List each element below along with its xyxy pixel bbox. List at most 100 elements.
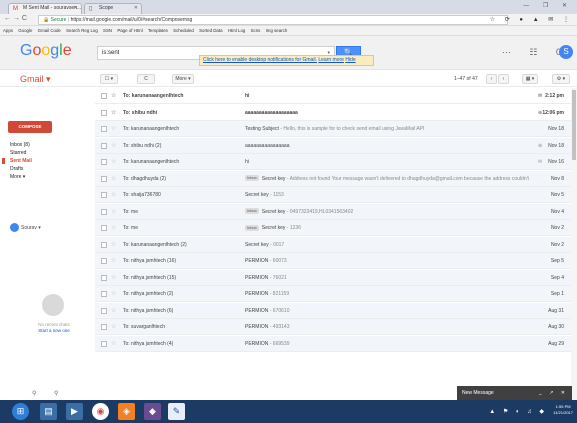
star-icon[interactable]: ☆ xyxy=(111,237,116,253)
editor-icon[interactable]: ✎ xyxy=(168,403,185,420)
star-icon[interactable]: ☆ xyxy=(111,286,116,302)
sidebar-item-sent[interactable]: Sent Mail xyxy=(10,158,32,164)
star-icon[interactable]: ☆ xyxy=(111,204,116,220)
star-icon[interactable]: ☆ xyxy=(111,187,116,203)
hangouts-user[interactable]: Sourav ▾ xyxy=(10,223,41,232)
table-row[interactable]: ☆ To: karunanaangenlhtech (2) Secret key -… xyxy=(95,236,572,253)
star-icon[interactable]: ☆ xyxy=(111,319,116,335)
bookmark-item[interactable]: Apps xyxy=(3,28,13,33)
select-all-button[interactable]: ☐ ▾ xyxy=(100,74,118,84)
tab-gmail[interactable]: M M Sent Mail - souravsen... ✕ xyxy=(8,3,82,14)
star-icon[interactable]: ☆ xyxy=(111,303,116,319)
next-page-button[interactable]: › xyxy=(498,74,509,84)
row-checkbox[interactable] xyxy=(101,324,107,330)
settings-button[interactable]: ⚙ ▾ xyxy=(552,74,570,84)
tab-scope[interactable]: ▯ Scope ✕ xyxy=(84,3,142,14)
new-message-controls[interactable]: _ ↗ ✕ xyxy=(539,386,568,400)
star-icon[interactable]: ☆ xyxy=(111,121,116,137)
table-row[interactable]: ☆ To: dhagdhuyda (2) Inbox Secret key - Add… xyxy=(95,170,572,187)
row-checkbox[interactable] xyxy=(101,142,107,149)
bookmark-item[interactable]: Page of Html xyxy=(117,28,142,33)
sidebar-bottom-icons[interactable]: ⚲ ⚲ xyxy=(32,390,66,397)
table-row[interactable]: ☆ To: nithya jsmhtech (4) PERMION - 669539… xyxy=(95,335,572,352)
row-checkbox[interactable] xyxy=(101,274,107,281)
sidebar-item-more[interactable]: More ▾ xyxy=(10,174,25,180)
star-icon[interactable]: ☆ xyxy=(111,105,116,121)
enable-notifications-link[interactable]: Click here to enable desktop notificatio… xyxy=(203,57,317,63)
row-checkbox[interactable] xyxy=(101,225,107,231)
star-icon[interactable]: ☆ xyxy=(111,171,116,187)
bookmark-item[interactable]: Scheduled xyxy=(173,28,194,33)
nav-buttons[interactable]: ← → C xyxy=(4,15,27,22)
bookmark-item[interactable]: Templates xyxy=(148,28,168,33)
star-icon[interactable]: ☆ xyxy=(111,336,116,352)
window-controls[interactable]: — ❐ ✕ xyxy=(523,2,573,9)
url-field[interactable]: 🔒 Secure | https://mail.google.com/mail/… xyxy=(38,15,508,25)
star-icon[interactable]: ☆ xyxy=(111,154,116,170)
row-checkbox[interactable] xyxy=(101,258,107,264)
table-row[interactable]: ☆ To: karunanaangenlhtech hi ✉ 2:12 pm xyxy=(95,88,572,105)
table-row[interactable]: ☆ To: me Inbox Secret key - 0497323419,HL03… xyxy=(95,203,572,220)
table-row[interactable]: ☆ To: suvarganlhtech PERMION - 493143 Aug 3… xyxy=(95,319,572,336)
bookmark-item[interactable]: SSN xyxy=(103,28,112,33)
table-row[interactable]: ☆ To: me Inbox Secret key - 1236 Nov 2 xyxy=(95,220,572,237)
start-button-icon[interactable]: ⊞ xyxy=(12,403,29,420)
close-tab-icon[interactable]: ✕ xyxy=(134,5,138,11)
star-icon[interactable]: ☆ xyxy=(111,253,116,269)
system-tray[interactable]: ▲ ⚑ ◐ ♫ ◆ xyxy=(489,408,547,415)
table-row[interactable]: ☆ To: karunanaangenlhtech Testing Subject … xyxy=(95,121,572,138)
bookmark-item[interactable]: Search Reg Log xyxy=(66,28,98,33)
table-row[interactable]: ☆ To: shibu ndhi (2) aaaaaaaaaaaaaaaa ⊕ Nov … xyxy=(95,137,572,154)
app2-icon[interactable]: ◆ xyxy=(144,403,161,420)
table-row[interactable]: ☆ To: shibu ndhi aaaaaaaaaaaaaaaaaaa ⊕ 12:06… xyxy=(95,104,572,121)
view-button[interactable]: ▦ ▾ xyxy=(522,74,538,84)
bookmark-item[interactable]: Img search xyxy=(266,28,288,33)
table-row[interactable]: ☆ To: karunanaangenlhtech hi ✉ Nov 16 xyxy=(95,154,572,171)
table-row[interactable]: ☆ To: nithya jsmhtech (15) PERMION - 76021… xyxy=(95,269,572,286)
bookmark-item[interactable]: Html Log xyxy=(228,28,246,33)
media-icon[interactable]: ▶ xyxy=(66,403,83,420)
scrollbar[interactable] xyxy=(571,88,577,400)
bookmark-item[interactable]: Google xyxy=(18,28,32,33)
google-logo[interactable]: Google xyxy=(20,42,72,60)
row-checkbox[interactable] xyxy=(101,208,107,215)
new-message-window[interactable]: New Message _ ↗ ✕ xyxy=(457,386,572,400)
bookmark-item[interactable]: Sorted Data xyxy=(199,28,222,33)
prev-page-button[interactable]: ‹ xyxy=(486,74,497,84)
star-icon[interactable]: ☆ xyxy=(111,220,116,236)
bookmark-item[interactable]: Scns xyxy=(251,28,261,33)
close-tab-icon[interactable]: ✕ xyxy=(74,5,78,11)
table-row[interactable]: ☆ To: shaija736780 Secret key - 1153 Nov 5 xyxy=(95,187,572,204)
table-row[interactable]: ☆ To: nithya jsmhtech (16) PERMION - 60073… xyxy=(95,253,572,270)
compose-button[interactable]: COMPOSE xyxy=(8,121,52,133)
row-checkbox[interactable] xyxy=(101,159,107,165)
table-row[interactable]: ☆ To: nithya jsmhtech (2) PERMION - 821159… xyxy=(95,286,572,303)
app-icon[interactable]: ◈ xyxy=(118,403,135,420)
star-icon[interactable]: ☆ xyxy=(111,138,116,154)
row-checkbox[interactable] xyxy=(101,175,107,182)
refresh-button[interactable]: C xyxy=(137,74,155,84)
row-checkbox[interactable] xyxy=(101,126,107,132)
chrome-icon[interactable]: ◉ xyxy=(92,403,109,420)
more-button[interactable]: More ▾ xyxy=(172,74,194,84)
explorer-icon[interactable]: ▤ xyxy=(40,403,57,420)
hide-link[interactable]: Hide xyxy=(345,57,355,63)
row-checkbox[interactable] xyxy=(101,291,107,297)
bookmark-item[interactable]: Gmail Code xyxy=(38,28,61,33)
sidebar-item-drafts[interactable]: Drafts xyxy=(10,166,23,172)
sidebar-item-starred[interactable]: Starred xyxy=(10,150,26,156)
extension-icons[interactable]: ☆ ⟳ ● ▲ ✉ ⋮ xyxy=(490,16,573,23)
row-checkbox[interactable] xyxy=(101,307,107,314)
star-icon[interactable]: ☆ xyxy=(111,270,116,286)
row-checkbox[interactable] xyxy=(101,93,107,99)
row-checkbox[interactable] xyxy=(101,340,107,347)
star-icon[interactable]: ☆ xyxy=(111,88,116,104)
gmail-menu[interactable]: Gmail ▾ xyxy=(20,74,51,85)
table-row[interactable]: ☆ To: nithya jsmhtech (6) PERMION - 670610… xyxy=(95,302,572,319)
start-new-link[interactable]: Start a new one xyxy=(34,328,74,334)
scrollbar-thumb[interactable] xyxy=(572,90,576,160)
avatar[interactable]: S xyxy=(559,45,573,59)
row-checkbox[interactable] xyxy=(101,109,107,116)
learn-more-link[interactable]: Learn more xyxy=(318,57,344,63)
row-checkbox[interactable] xyxy=(101,192,107,198)
